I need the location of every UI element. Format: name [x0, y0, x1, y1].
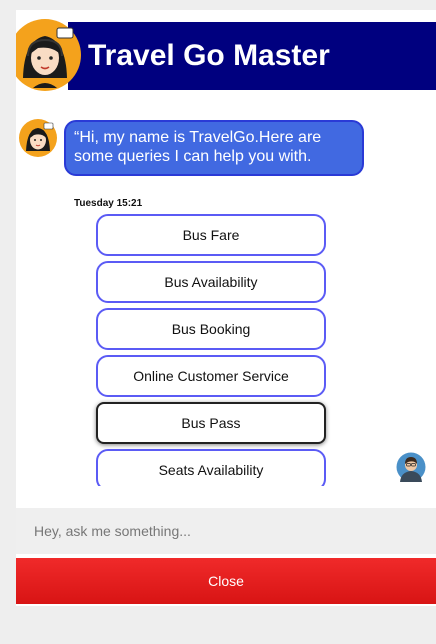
option-seats-availability[interactable]: Seats Availability: [96, 449, 326, 486]
header-title: Travel Go Master: [88, 39, 330, 72]
chat-area[interactable]: “Hi, my name is TravelGo.Here are some q…: [16, 110, 436, 486]
header-bar: Travel Go Master: [68, 22, 436, 90]
message-timestamp: Tuesday 15:21: [74, 198, 143, 209]
agent-avatar-icon: [16, 19, 81, 91]
quick-reply-options: Bus Fare Bus Availability Bus Booking On…: [96, 214, 326, 486]
option-bus-pass[interactable]: Bus Pass: [96, 402, 326, 444]
close-button[interactable]: Close: [16, 558, 436, 604]
message-input-container: [16, 508, 436, 554]
option-online-customer-service[interactable]: Online Customer Service: [96, 355, 326, 397]
option-bus-booking[interactable]: Bus Booking: [96, 308, 326, 350]
option-bus-fare[interactable]: Bus Fare: [96, 214, 326, 256]
bot-avatar-icon: [19, 119, 57, 157]
bot-message-bubble: “Hi, my name is TravelGo.Here are some q…: [64, 120, 364, 176]
chat-widget: Travel Go Master “Hi, my name is TravelG…: [16, 10, 436, 606]
message-input[interactable]: [16, 508, 436, 554]
user-avatar-icon: [396, 452, 426, 482]
option-bus-availability[interactable]: Bus Availability: [96, 261, 326, 303]
